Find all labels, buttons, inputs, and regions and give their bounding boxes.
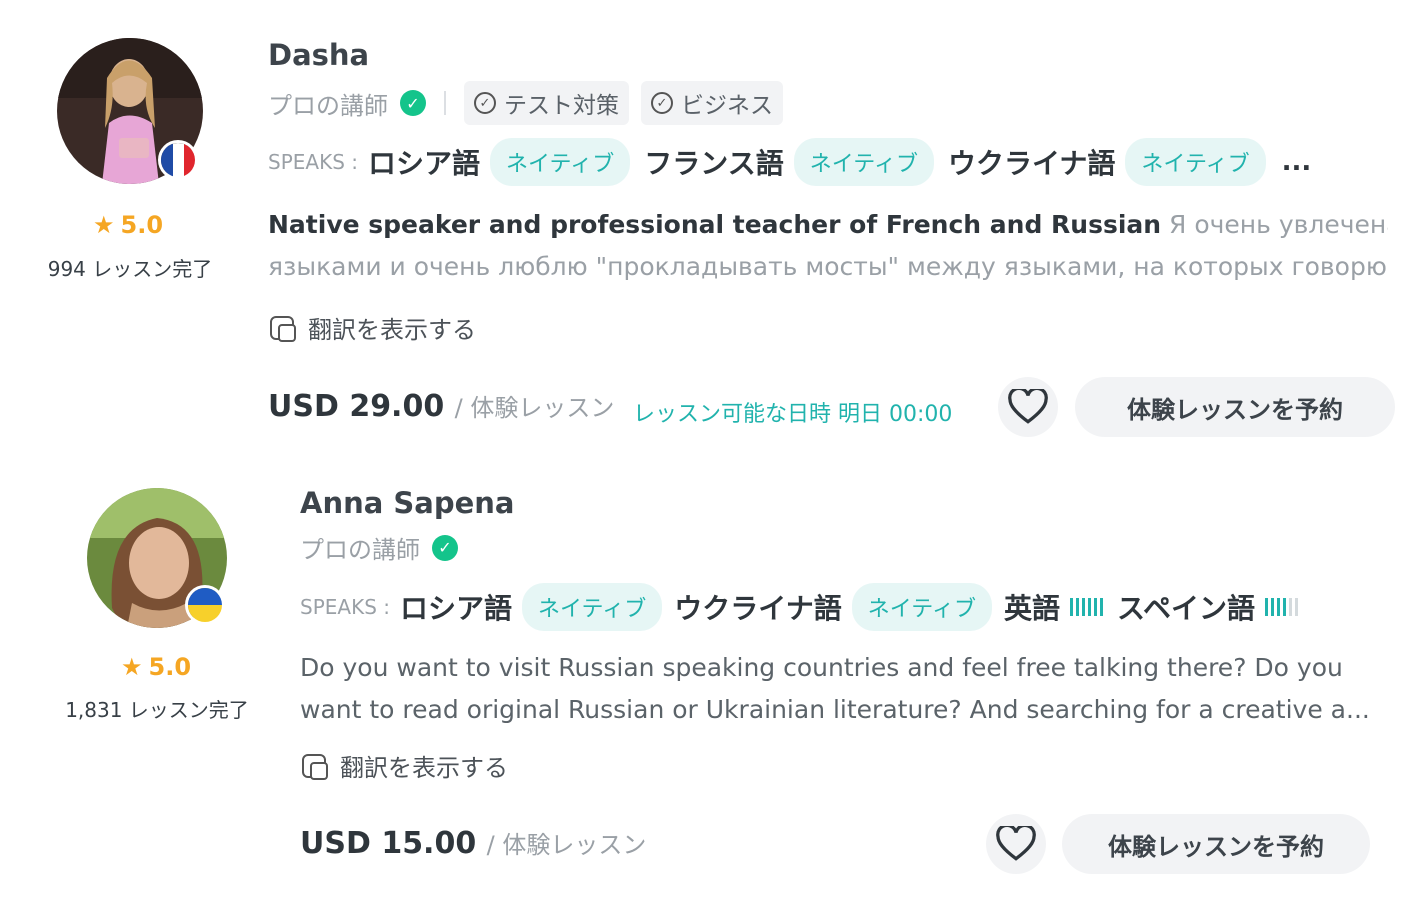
description-text: языками и очень люблю "прокладывать мост…	[268, 252, 1388, 281]
tutor-headline: Native speaker and professional teacher …	[268, 210, 1162, 239]
speaks-row: SPEAKS : ロシア語 ネイティブ フランス語 ネイティブ ウクライナ語 ネ…	[268, 138, 1311, 186]
pro-label: プロの講師	[268, 91, 388, 120]
translate-label: 翻訳を表示する	[340, 754, 508, 782]
tutor-description[interactable]: Do you want to visit Russian speaking co…	[300, 647, 1380, 731]
price-value: USD 15.00	[300, 826, 477, 861]
tag-test-prep: ✓ テスト対策	[464, 81, 629, 125]
show-translation-button[interactable]: 翻訳を表示する	[270, 310, 476, 345]
translate-icon	[270, 315, 296, 342]
language-name: ウクライナ語	[674, 592, 842, 625]
check-badge-icon: ✓	[651, 92, 673, 114]
book-trial-button[interactable]: 体験レッスンを予約	[1062, 814, 1370, 874]
rating: ★ 5.0	[121, 653, 191, 681]
translate-icon	[302, 753, 328, 780]
tag-label: ビジネス	[681, 93, 773, 119]
description-text: Я очень увлечена	[1169, 210, 1388, 239]
language-name: スペイン語	[1116, 592, 1256, 625]
verified-icon: ✓	[400, 90, 426, 116]
language-level: ネイティブ	[490, 138, 631, 186]
favorite-button[interactable]	[986, 814, 1046, 874]
tutor-badges: プロの講師 ✓ ✓ テスト対策 ✓ ビジネス	[268, 81, 783, 125]
price: USD 15.00 / 体験レッスン	[300, 825, 646, 861]
divider	[444, 91, 446, 115]
description-text: Do you want to visit Russian speaking co…	[300, 653, 1343, 682]
more-languages[interactable]: ...	[1282, 147, 1312, 177]
star-icon: ★	[121, 653, 143, 681]
tutor-name[interactable]: Dasha	[268, 38, 369, 72]
heart-icon	[1008, 389, 1048, 424]
price-unit: / 体験レッスン	[454, 394, 615, 422]
verified-icon: ✓	[432, 534, 458, 561]
speaks-label: SPEAKS :	[300, 595, 390, 619]
price: USD 29.00 / 体験レッスン	[268, 388, 614, 424]
speaks-label: SPEAKS :	[268, 150, 358, 174]
pro-label: プロの講師	[300, 536, 420, 564]
proficiency-bars	[1069, 598, 1103, 616]
rating-value: 5.0	[148, 653, 192, 681]
language-name: ロシア語	[399, 592, 512, 625]
language-level: ネイティブ	[1125, 138, 1266, 186]
price-value: USD 29.00	[268, 389, 445, 424]
france-flag-icon	[158, 140, 198, 180]
description-text: want to read original Russian or Ukraini…	[300, 695, 1370, 724]
show-translation-button[interactable]: 翻訳を表示する	[302, 748, 508, 783]
speaks-row: SPEAKS : ロシア語 ネイティブ ウクライナ語 ネイティブ 英語 スペイン…	[300, 583, 1299, 631]
tutor-name[interactable]: Anna Sapena	[300, 486, 515, 520]
tutor-card: ★ 5.0 994 レッスン完了 Dasha プロの講師 ✓ ✓ テスト対策 ✓ ビジ…	[0, 0, 1425, 450]
book-trial-button[interactable]: 体験レッスンを予約	[1075, 377, 1395, 437]
rating: ★ 5.0	[93, 211, 163, 239]
tag-label: テスト対策	[504, 93, 619, 119]
availability: レッスン可能な日時 明日 00:00	[633, 402, 953, 427]
tutor-description[interactable]: Native speaker and professional teacher …	[268, 204, 1388, 288]
rating-value: 5.0	[120, 211, 164, 239]
heart-icon	[996, 826, 1036, 861]
translate-label: 翻訳を表示する	[308, 316, 476, 344]
proficiency-bars	[1265, 598, 1299, 616]
language-name: ウクライナ語	[947, 147, 1116, 180]
price-unit: / 体験レッスン	[486, 831, 647, 859]
favorite-button[interactable]	[998, 377, 1058, 437]
language-level: ネイティブ	[793, 138, 934, 186]
lessons-count: 994 レッスン完了	[47, 257, 213, 281]
tutor-badges: プロの講師 ✓	[300, 530, 458, 565]
language-level: ネイティブ	[522, 583, 663, 631]
language-name: ロシア語	[367, 147, 480, 180]
tutor-avatar[interactable]	[87, 488, 227, 628]
star-icon: ★	[93, 211, 115, 239]
language-name: フランス語	[644, 147, 784, 180]
lessons-count: 1,831 レッスン完了	[65, 698, 249, 722]
language-name: 英語	[1003, 592, 1060, 625]
tag-business: ✓ ビジネス	[641, 81, 783, 125]
check-badge-icon: ✓	[474, 92, 496, 114]
language-level: ネイティブ	[851, 583, 992, 631]
